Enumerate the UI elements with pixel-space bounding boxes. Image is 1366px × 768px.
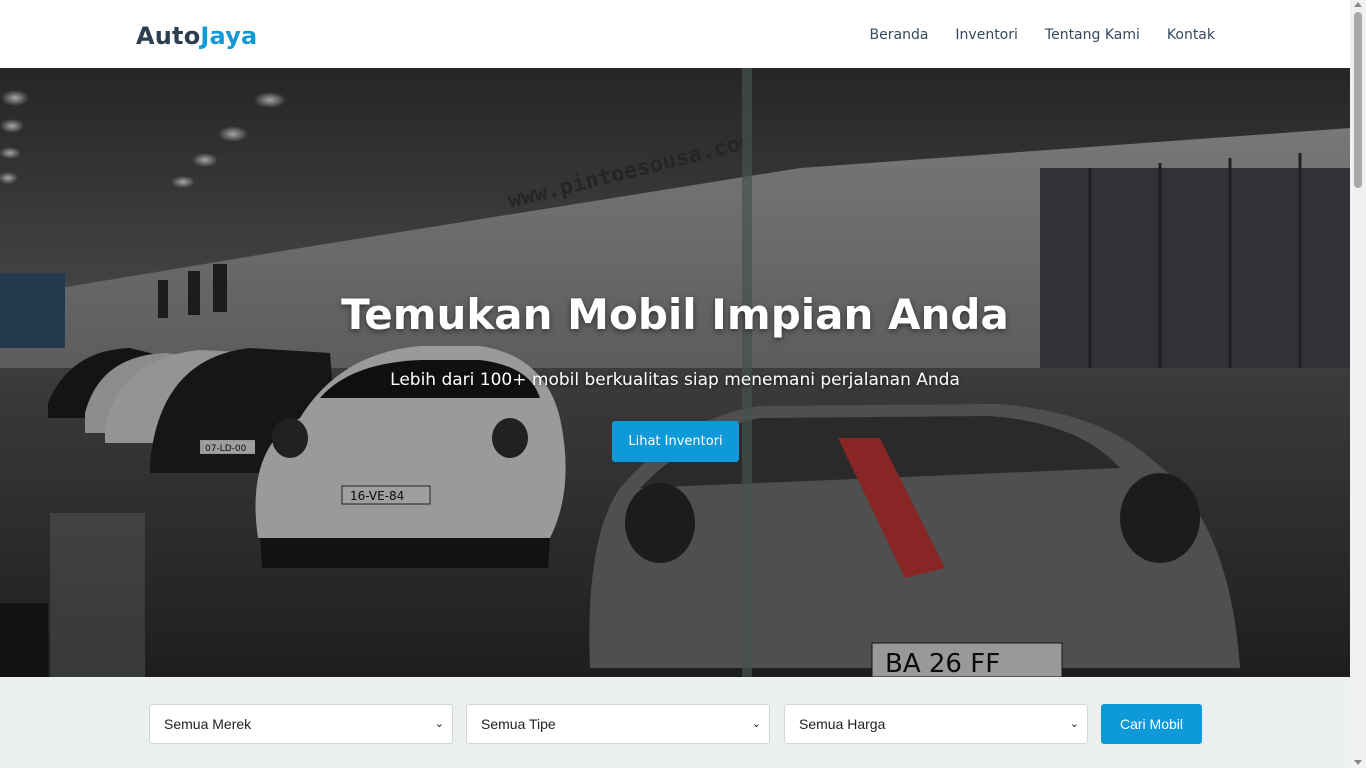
chevron-down-icon: ⌄ [751, 718, 761, 730]
search-car-button[interactable]: Cari Mobil [1101, 704, 1202, 744]
scroll-up-arrow-icon[interactable] [1354, 2, 1362, 7]
scrollbar-thumb[interactable] [1354, 12, 1362, 188]
search-filter-bar: Semua Merek ⌄ Semua Tipe ⌄ Semua Harga ⌄… [0, 677, 1350, 768]
logo[interactable]: AutoJaya [136, 20, 257, 52]
hero-section: www.pintoesousa.com 16-VE-84 07-LD-00 BA… [0, 68, 1350, 677]
logo-text-jaya: Jaya [200, 22, 258, 50]
site-header: AutoJaya Beranda Inventori Tentang Kami … [0, 0, 1350, 68]
nav-link-inventori[interactable]: Inventori [955, 24, 1017, 46]
brand-select-value: Semua Merek [164, 716, 252, 732]
chevron-down-icon: ⌄ [1069, 718, 1079, 730]
hero-subtitle: Lebih dari 100+ mobil berkualitas siap m… [390, 370, 960, 390]
nav-link-tentang-kami[interactable]: Tentang Kami [1045, 24, 1140, 46]
chevron-down-icon: ⌄ [434, 718, 444, 730]
price-select[interactable]: Semua Harga ⌄ [784, 704, 1088, 744]
type-select-value: Semua Tipe [481, 716, 556, 732]
logo-text-auto: Auto [136, 22, 201, 50]
page-scrollbar[interactable] [1350, 0, 1366, 768]
scroll-down-arrow-icon[interactable] [1354, 760, 1362, 765]
brand-select[interactable]: Semua Merek ⌄ [149, 704, 453, 744]
view-inventory-button[interactable]: Lihat Inventori [612, 421, 739, 462]
nav-link-kontak[interactable]: Kontak [1167, 24, 1215, 46]
nav-link-beranda[interactable]: Beranda [870, 24, 929, 46]
type-select[interactable]: Semua Tipe ⌄ [466, 704, 770, 744]
main-nav: Beranda Inventori Tentang Kami Kontak [870, 24, 1215, 46]
price-select-value: Semua Harga [799, 716, 886, 732]
hero-title: Temukan Mobil Impian Anda [341, 290, 1009, 339]
